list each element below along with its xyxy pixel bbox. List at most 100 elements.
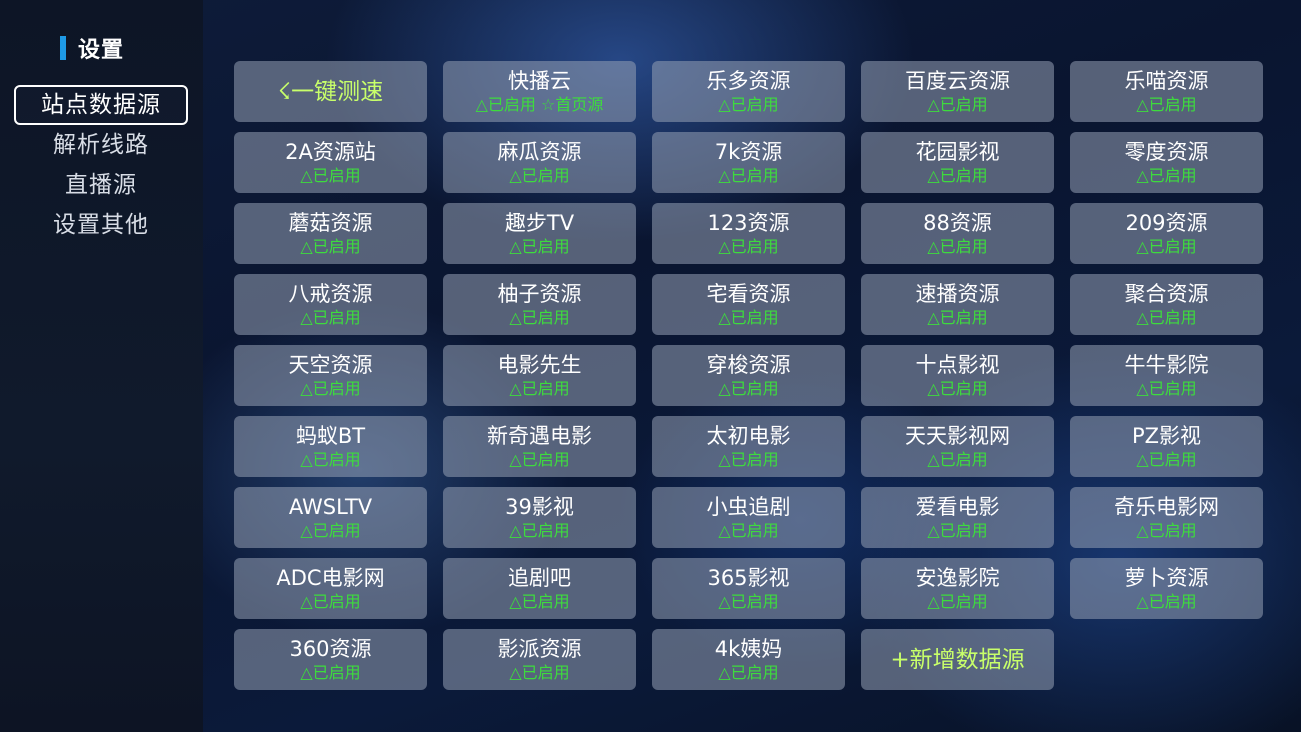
source-tile[interactable]: 88资源 △已启用: [861, 203, 1054, 264]
source-name: 麻瓜资源: [497, 140, 582, 164]
source-tile[interactable]: 新奇遇电影 △已启用: [443, 416, 636, 477]
source-tile[interactable]: 零度资源 △已启用: [1070, 132, 1263, 193]
source-tile[interactable]: 蚂蚁BT △已启用: [234, 416, 427, 477]
source-tile[interactable]: AWSLTV △已启用: [234, 487, 427, 548]
source-tile[interactable]: 柚子资源 △已启用: [443, 274, 636, 335]
source-tile[interactable]: 乐多资源 △已启用: [652, 61, 845, 122]
source-tile[interactable]: 爱看电影 △已启用: [861, 487, 1054, 548]
source-tile[interactable]: 天空资源 △已启用: [234, 345, 427, 406]
source-tile[interactable]: 小虫追剧 △已启用: [652, 487, 845, 548]
source-tile[interactable]: 穿梭资源 △已启用: [652, 345, 845, 406]
source-tile[interactable]: 7k资源 △已启用: [652, 132, 845, 193]
source-tile[interactable]: 宅看资源 △已启用: [652, 274, 845, 335]
source-name: 太初电影: [706, 424, 791, 448]
sidebar-item-parse-lines[interactable]: 解析线路: [14, 125, 188, 165]
source-tile[interactable]: 123资源 △已启用: [652, 203, 845, 264]
source-name: 影派资源: [497, 637, 582, 661]
source-name: ADC电影网: [276, 566, 385, 590]
source-tile[interactable]: 电影先生 △已启用: [443, 345, 636, 406]
source-name: 7k资源: [714, 140, 783, 164]
source-status: △已启用: [718, 166, 779, 185]
sidebar-item-other-settings[interactable]: 设置其他: [14, 205, 188, 245]
source-name: 新奇遇电影: [487, 424, 592, 448]
source-tile[interactable]: 4k姨妈 △已启用: [652, 629, 845, 690]
source-name: 萝卜资源: [1124, 566, 1209, 590]
source-status: △已启用: [300, 592, 361, 611]
source-tile[interactable]: 牛牛影院 △已启用: [1070, 345, 1263, 406]
source-tile[interactable]: 花园影视 △已启用: [861, 132, 1054, 193]
speed-test-label: ☇一键测速: [277, 78, 384, 105]
source-status: △已启用: [718, 663, 779, 682]
source-status: △已启用: [927, 592, 988, 611]
add-source-button[interactable]: +新增数据源: [861, 629, 1054, 690]
source-status: △已启用: [300, 521, 361, 540]
source-name: 快播云: [508, 69, 571, 93]
source-status: △已启用: [718, 379, 779, 398]
source-status: △已启用: [927, 95, 988, 114]
source-status: △已启用: [718, 95, 779, 114]
source-tile[interactable]: 八戒资源 △已启用: [234, 274, 427, 335]
source-status: △已启用: [300, 308, 361, 327]
source-tile[interactable]: 365影视 △已启用: [652, 558, 845, 619]
source-name: 天空资源: [288, 353, 373, 377]
source-tile[interactable]: 聚合资源 △已启用: [1070, 274, 1263, 335]
source-name: 百度云资源: [905, 69, 1010, 93]
source-tile[interactable]: 39影视 △已启用: [443, 487, 636, 548]
source-status: △已启用: [1136, 592, 1197, 611]
source-tile[interactable]: 天天影视网 △已启用: [861, 416, 1054, 477]
source-tile[interactable]: 麻瓜资源 △已启用: [443, 132, 636, 193]
source-status: △已启用: [718, 237, 779, 256]
source-tile[interactable]: 安逸影院 △已启用: [861, 558, 1054, 619]
source-status: △已启用: [1136, 308, 1197, 327]
speed-test-button[interactable]: ☇一键测速: [234, 61, 427, 122]
source-status: △已启用: [509, 663, 570, 682]
source-tile[interactable]: 萝卜资源 △已启用: [1070, 558, 1263, 619]
source-status: △已启用: [927, 450, 988, 469]
source-status: △已启用: [1136, 521, 1197, 540]
accent-bar: [60, 36, 66, 60]
source-status: △已启用: [300, 450, 361, 469]
source-name: 小虫追剧: [706, 495, 791, 519]
source-tile[interactable]: 速播资源 △已启用: [861, 274, 1054, 335]
source-status: △已启用: [509, 166, 570, 185]
source-name: 穿梭资源: [706, 353, 791, 377]
source-status: △已启用: [1136, 379, 1197, 398]
source-tile[interactable]: 乐喵资源 △已启用: [1070, 61, 1263, 122]
source-name: 柚子资源: [497, 282, 582, 306]
source-tile[interactable]: 十点影视 △已启用: [861, 345, 1054, 406]
source-tile[interactable]: 奇乐电影网 △已启用: [1070, 487, 1263, 548]
source-name: AWSLTV: [288, 495, 373, 519]
sidebar-item-live-sources[interactable]: 直播源: [14, 165, 188, 205]
source-name: 电影先生: [497, 353, 582, 377]
source-name: 八戒资源: [288, 282, 373, 306]
source-name: 宅看资源: [706, 282, 791, 306]
source-tile[interactable]: 蘑菇资源 △已启用: [234, 203, 427, 264]
source-name: 123资源: [707, 211, 790, 235]
source-tile[interactable]: 2A资源站 △已启用: [234, 132, 427, 193]
source-name: 追剧吧: [508, 566, 571, 590]
source-status: △已启用: [927, 379, 988, 398]
source-status: △已启用: [300, 166, 361, 185]
source-name: 十点影视: [915, 353, 1000, 377]
source-tile[interactable]: 影派资源 △已启用: [443, 629, 636, 690]
source-tile[interactable]: 360资源 △已启用: [234, 629, 427, 690]
source-status: △已启用: [1136, 237, 1197, 256]
settings-header: 设置: [60, 33, 124, 63]
source-tile[interactable]: 209资源 △已启用: [1070, 203, 1263, 264]
source-tile[interactable]: 太初电影 △已启用: [652, 416, 845, 477]
sidebar-item-site-sources[interactable]: 站点数据源: [14, 85, 188, 125]
source-name: 39影视: [505, 495, 574, 519]
source-tile[interactable]: 追剧吧 △已启用: [443, 558, 636, 619]
source-tile[interactable]: 百度云资源 △已启用: [861, 61, 1054, 122]
source-tile[interactable]: PZ影视 △已启用: [1070, 416, 1263, 477]
source-name: 蘑菇资源: [288, 211, 373, 235]
source-status: △已启用: [509, 521, 570, 540]
source-tile[interactable]: 快播云 △已启用 ☆首页源: [443, 61, 636, 122]
source-status: △已启用: [927, 237, 988, 256]
source-name: 乐多资源: [706, 69, 791, 93]
source-tile[interactable]: ADC电影网 △已启用: [234, 558, 427, 619]
source-status: △已启用: [718, 308, 779, 327]
source-status: △已启用: [927, 521, 988, 540]
source-tile[interactable]: 趣步TV △已启用: [443, 203, 636, 264]
source-name: 花园影视: [915, 140, 1000, 164]
